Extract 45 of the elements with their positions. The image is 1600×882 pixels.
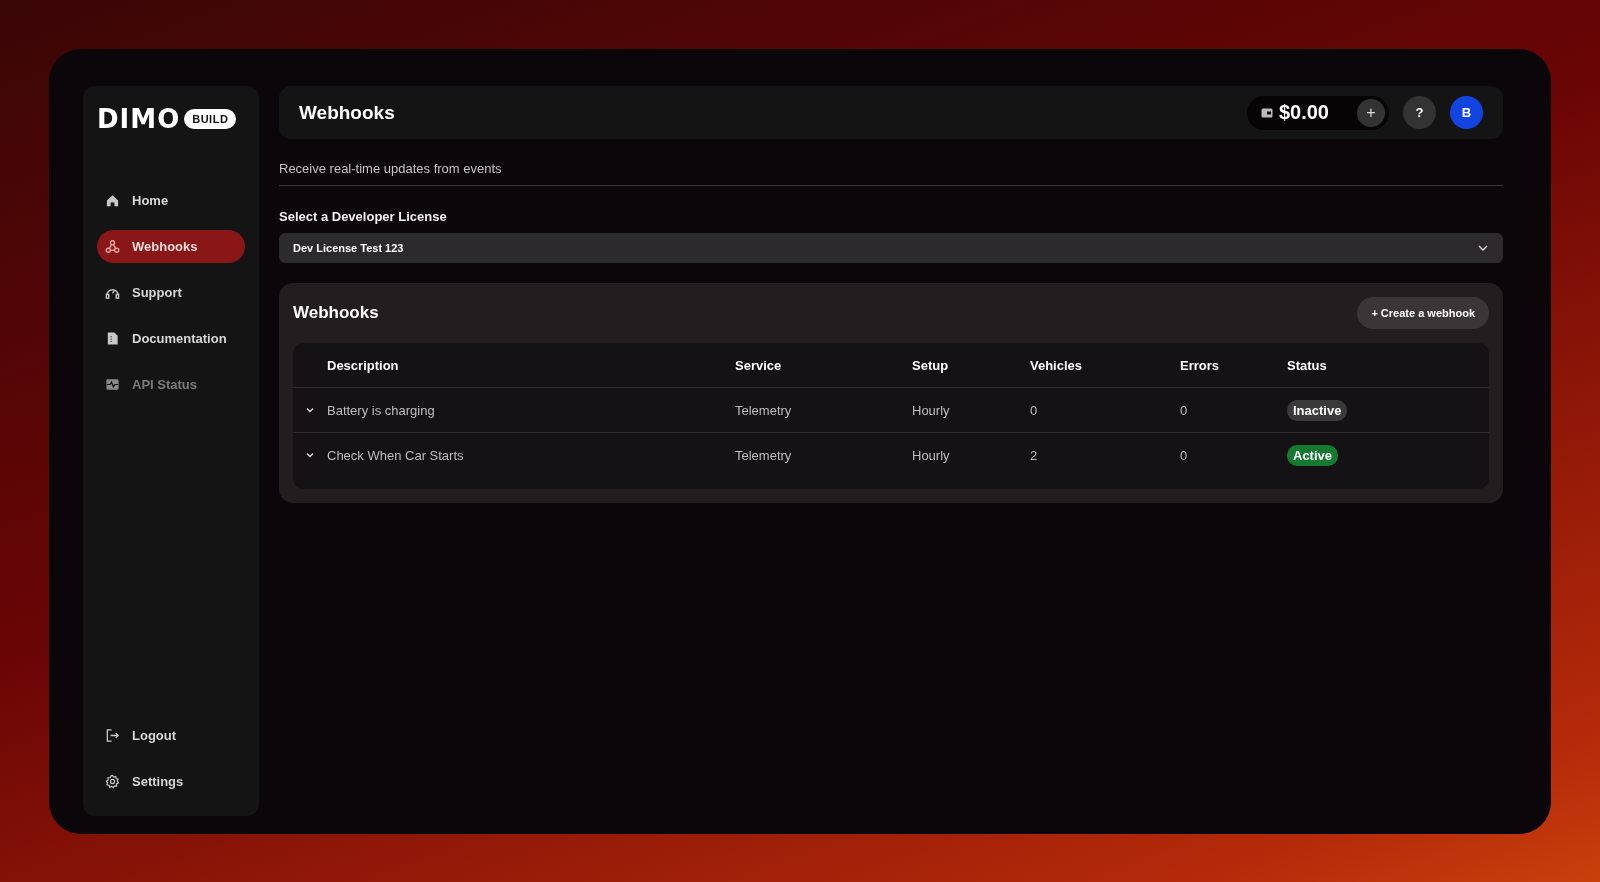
status-icon [105, 377, 120, 392]
sidebar-item[interactable]: Settings [97, 765, 245, 798]
table-cell-text: 0 [1030, 402, 1039, 418]
logout-icon [105, 728, 120, 743]
page-title: Webhooks [299, 101, 396, 124]
column-header: Errors [1180, 357, 1221, 373]
logo-wordmark: DIMO [97, 106, 181, 132]
sidebar-item[interactable]: Logout [97, 719, 245, 752]
table-cell-text: Battery is charging [327, 402, 436, 418]
create-webhook-button[interactable]: + Create a webhook [1357, 297, 1489, 329]
column-header: Service [735, 357, 783, 373]
table-cell-text: Telemetry [735, 447, 793, 463]
table-cell-text: 0 [1180, 447, 1189, 463]
column-header: Setup [912, 357, 950, 373]
logo-badge: BUILD [184, 109, 237, 129]
column-header: Vehicles [1030, 357, 1084, 373]
column-header: Description [327, 357, 400, 373]
chevron-down-icon[interactable] [305, 405, 315, 415]
license-dropdown[interactable]: Dev License Test 123 [279, 233, 1503, 263]
table-cell-text: 2 [1030, 447, 1039, 463]
table-cell-text: Telemetry [735, 402, 793, 418]
sidebar-item[interactable]: Home [97, 184, 245, 217]
table-cell-text: Check When Car Starts [327, 447, 465, 463]
status-badge: Active [1287, 444, 1339, 466]
doc-icon [105, 331, 120, 346]
status-badge: Inactive [1287, 399, 1348, 421]
page-subtitle: Receive real-time updates from events [279, 161, 1503, 186]
sidebar-item[interactable]: Support [97, 276, 245, 309]
table-cell-text: 0 [1180, 402, 1189, 418]
add-funds-button[interactable]: + [1357, 98, 1385, 127]
table-cell-text: Hourly [912, 447, 951, 463]
webhooks-icon [105, 239, 120, 254]
table-cell-text: Hourly [912, 402, 951, 418]
card-title: Webhooks [293, 303, 379, 323]
column-header: Status [1287, 357, 1328, 373]
chevron-down-icon[interactable] [305, 450, 315, 460]
sidebar-item[interactable]: Webhooks [97, 230, 245, 263]
avatar-button[interactable]: B [1450, 96, 1483, 129]
balance-amount: $0.00 [1278, 101, 1329, 124]
wallet-icon [1260, 106, 1273, 119]
home-icon [105, 193, 120, 208]
sidebar-item[interactable]: Documentation [97, 322, 245, 355]
license-label: Select a Developer License [279, 209, 448, 224]
gear-icon [105, 774, 120, 789]
help-button[interactable]: ? [1403, 96, 1436, 129]
